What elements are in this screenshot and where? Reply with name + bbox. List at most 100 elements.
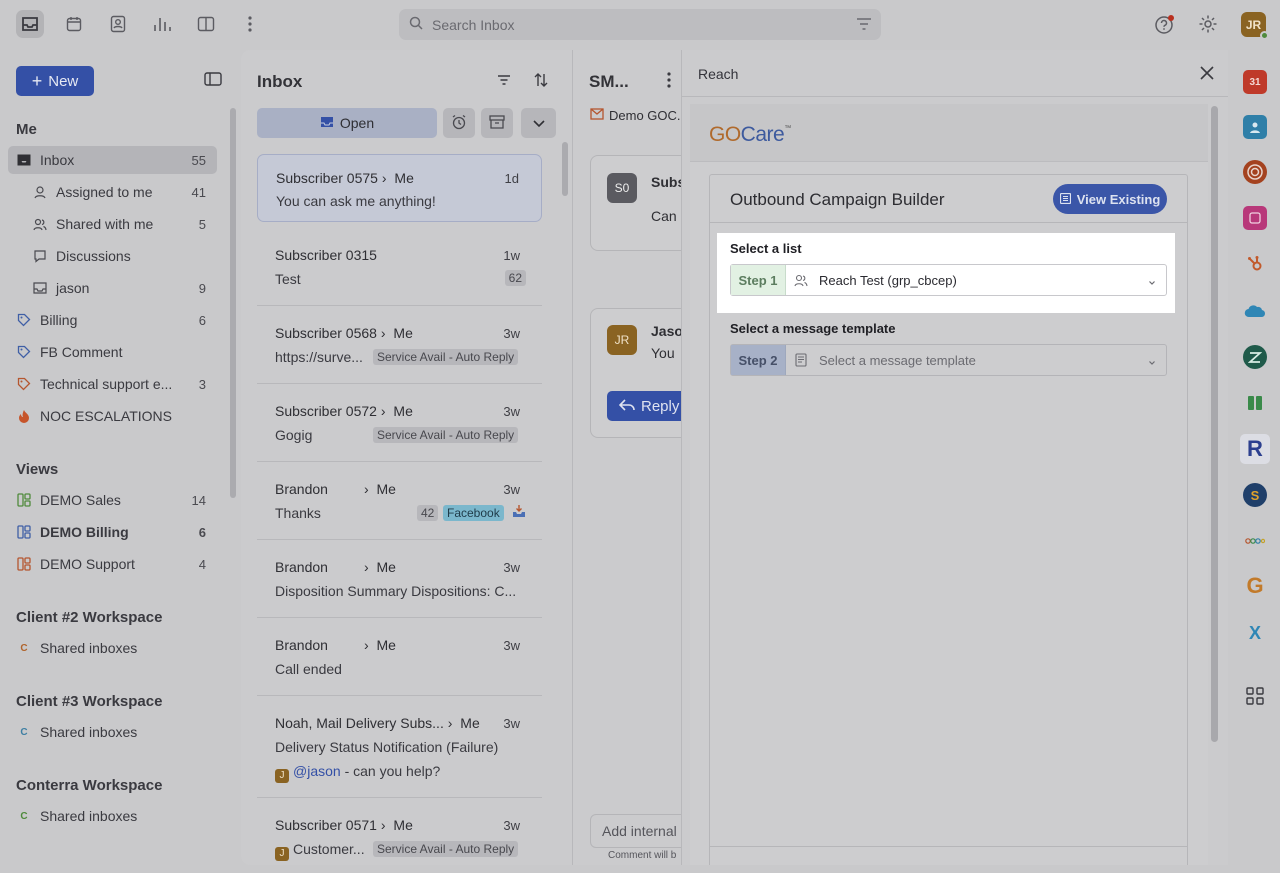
campaign-builder-card: Outbound Campaign Builder View Existing … [709,174,1188,865]
plus-icon: + [31,71,43,91]
split-view-icon[interactable] [192,10,220,38]
chat-bubble-icon [32,248,48,264]
salesforce-cloud-icon[interactable] [1243,298,1267,322]
sidebar-item-label: Shared inboxes [40,808,138,824]
message-preview: You [651,345,675,361]
zendesk-app-icon[interactable] [1243,345,1267,369]
sidebar-item-inbox[interactable]: Inbox 55 [8,146,217,174]
conversation-item[interactable]: Noah, Mail Delivery Subs... › Me 3w Deli… [257,696,542,798]
workspace-letter-icon: C [20,726,28,738]
search-filter-icon[interactable] [855,15,873,36]
inbox-tab-label: Demo GOC... [609,108,688,123]
conversation-snippet: Thanks [275,505,321,521]
sidebar-item-discussions[interactable]: Discussions [8,242,217,270]
more-vertical-icon[interactable] [667,72,671,91]
conversation-item[interactable]: Brandon › Me 3w Thanks 42 Facebook [257,462,542,540]
template-select-dropdown[interactable]: Step 2 Select a message template [730,344,1167,376]
sidebar-view-demo-sales[interactable]: DEMO Sales 14 [8,486,217,514]
conversation-comment: J @jason - can you help? [275,763,440,783]
tag-icon [16,376,32,392]
step-1-block: Select a list Step 1 Reach Test (grp_cbc… [717,233,1175,313]
g-app-icon[interactable]: G [1243,573,1267,598]
conversation-item[interactable]: Subscriber 0571 › Me 3w J Customer... Ser… [257,798,542,865]
conversation-time: 1w [503,248,520,263]
sidebar-item-billing[interactable]: Billing 6 [8,306,217,334]
conversation-item[interactable]: Brandon › Me 3w Disposition Summary Dispo… [257,540,542,618]
inbox-nav-icon[interactable] [16,10,44,38]
inbox-tab[interactable]: Demo GOC... [590,108,688,123]
conversation-sender: Subscriber 0315 [275,247,377,263]
sidebar-item-shared[interactable]: Shared with me 5 [8,210,217,238]
workspace-heading: Client #2 Workspace [16,609,163,626]
close-icon[interactable] [1198,64,1216,85]
archive-button[interactable] [481,108,513,138]
list-select-dropdown[interactable]: Step 1 Reach Test (grp_cbcep) [730,264,1167,296]
settings-gear-icon[interactable] [1194,10,1222,38]
analytics-nav-icon[interactable] [148,10,176,38]
conversation-time: 3w [503,404,520,419]
sidebar-item-shared-inboxes[interactable]: C Shared inboxes [8,634,217,662]
inbox-icon [16,152,32,168]
message-count-badge: 62 [504,270,526,286]
sidebar-collapse-icon[interactable] [204,72,222,89]
reach-app-icon[interactable]: R [1240,434,1270,464]
conversation-snippet: https://surve... [275,349,363,365]
conversation-sender: Noah, Mail Delivery Subs... › Me [275,715,480,731]
sidebar-view-demo-billing[interactable]: DEMO Billing 6 [8,518,217,546]
s-app-icon[interactable]: S [1243,483,1267,507]
help-icon[interactable] [1150,10,1178,38]
sidebar-item-shared-inboxes[interactable]: C Shared inboxes [8,802,217,830]
sort-icon[interactable] [533,72,549,91]
contact-card-app-icon[interactable] [1243,115,1267,139]
app-grid-icon[interactable] [1243,684,1267,708]
reach-scrollbar[interactable] [1211,106,1218,742]
snoozed-button[interactable] [443,108,475,138]
sender-avatar: S0 [607,173,637,203]
google-calendar-app-icon[interactable]: 31 [1243,70,1267,94]
conversation-sender: Brandon › Me [275,481,396,497]
workspace-heading: Conterra Workspace [16,777,163,794]
sidebar-item-label: DEMO Support [40,556,135,572]
workspace-letter-icon: C [20,810,28,822]
more-vertical-icon[interactable] [236,10,264,38]
me-heading: Me [16,121,37,138]
hubspot-app-icon[interactable] [1243,252,1267,276]
view-icon [16,524,32,540]
sidebar-scrollbar[interactable] [230,108,236,498]
calendar-nav-icon[interactable] [60,10,88,38]
conversation-item[interactable]: Subscriber 0568 › Me 3w https://surve...… [257,306,542,384]
search-bar[interactable]: Search Inbox [399,9,881,40]
sidebar-item-fb-comment[interactable]: FB Comment [8,338,217,366]
sidebar-item-noc-escalations[interactable]: NOC ESCALATIONS [8,402,217,430]
open-filter-button[interactable]: Open [257,108,437,138]
user-avatar[interactable]: JR [1241,12,1269,40]
x-app-icon[interactable]: X [1243,621,1267,645]
filter-icon[interactable] [496,72,512,91]
contacts-nav-icon[interactable] [104,10,132,38]
tag-badge: Service Avail - Auto Reply [373,349,519,365]
more-filters-button[interactable] [521,108,556,138]
sidebar-item-jason[interactable]: jason 9 [8,274,217,302]
sidebar-item-technical-support[interactable]: Technical support e... 3 [8,370,217,398]
sidebar-item-label: Billing [40,312,78,328]
zoho-app-icon[interactable] [1243,529,1267,553]
conversation-snippet: Disposition Summary Dispositions: C... [275,583,517,599]
target-app-icon[interactable] [1243,160,1267,184]
green-book-app-icon[interactable] [1243,391,1267,415]
sidebar-item-shared-inboxes[interactable]: C Shared inboxes [8,718,217,746]
new-button[interactable]: + New [16,66,94,96]
view-existing-button[interactable]: View Existing [1053,184,1167,214]
inbox-scrollbar[interactable] [562,142,568,196]
conversation-item[interactable]: Subscriber 0575 › Me 1d You can ask me a… [257,154,542,222]
sidebar-item-assigned[interactable]: Assigned to me 41 [8,178,217,206]
conversation-item[interactable]: Brandon › Me 3w Call ended [257,618,542,696]
conversation-item[interactable]: Subscriber 0315 1w Test 62 [257,228,542,306]
search-input[interactable]: Search Inbox [432,17,515,33]
selected-list-value: Reach Test (grp_cbcep) [819,272,957,288]
media-app-icon[interactable] [1243,206,1267,230]
sidebar-view-demo-support[interactable]: DEMO Support 4 [8,550,217,578]
builder-header: Outbound Campaign Builder View Existing [710,175,1187,223]
sidebar-item-label: Inbox [40,152,75,168]
step-2-tag: Step 2 [731,345,786,375]
conversation-item[interactable]: Subscriber 0572 › Me 3w Gogig Service Av… [257,384,542,462]
